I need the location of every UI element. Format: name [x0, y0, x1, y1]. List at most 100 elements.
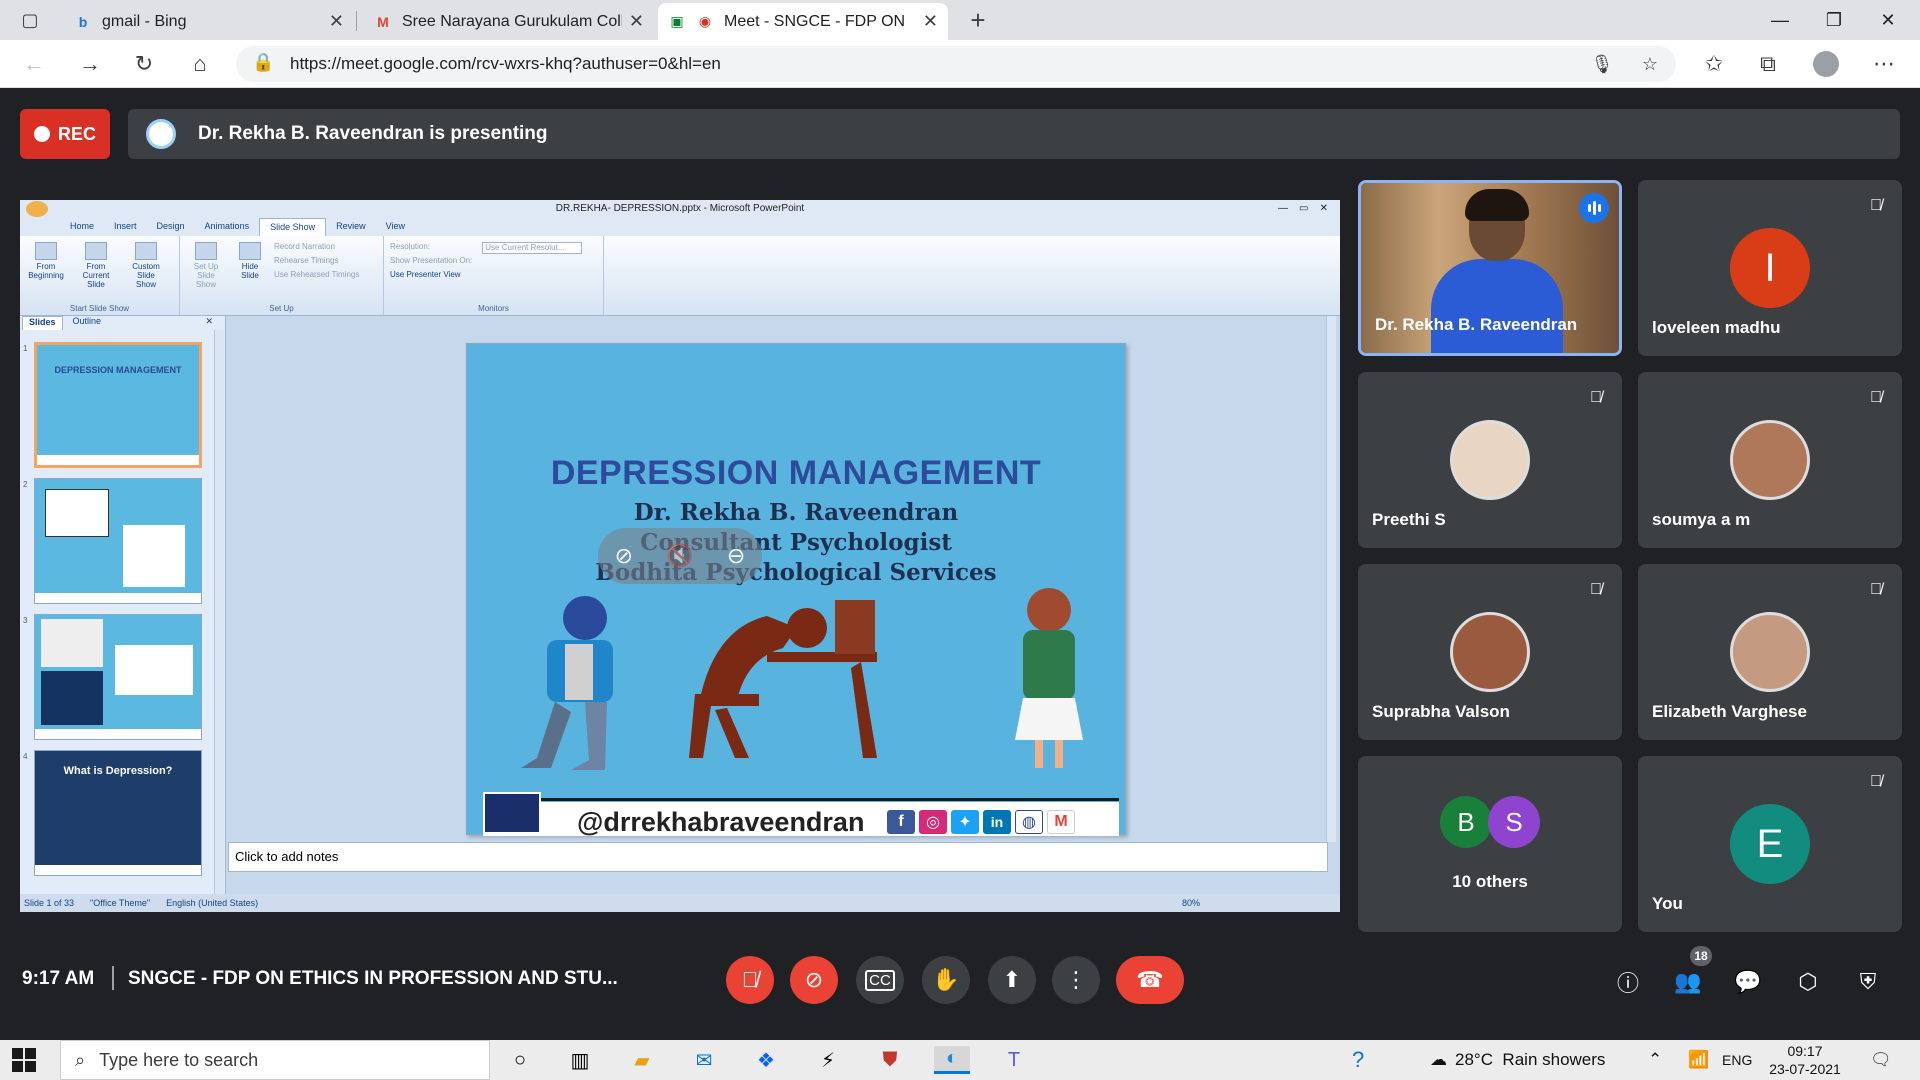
back-icon[interactable]: ← — [18, 48, 50, 80]
lock-icon[interactable]: 🔒 — [252, 52, 274, 73]
meeting-info-icon[interactable]: ⓘ — [1612, 966, 1644, 998]
raise-hand-button[interactable]: ✋ — [922, 956, 970, 1004]
mic-off-icon: 🎙̸ — [1870, 197, 1882, 214]
host-controls-icon[interactable]: ⛨ — [1852, 966, 1884, 998]
slide-scrollbar[interactable] — [1326, 316, 1336, 842]
window-close-icon[interactable]: ✕ — [1860, 0, 1916, 40]
help-icon[interactable]: ? — [1352, 1040, 1364, 1080]
outline-tab[interactable]: Outline — [67, 316, 108, 330]
ribbon-tab-review[interactable]: Review — [326, 218, 376, 236]
participant-tile[interactable]: 🎙̸ Preethi S — [1358, 372, 1622, 548]
video-hair — [1465, 189, 1529, 221]
mail-icon[interactable]: ✉ — [686, 1046, 722, 1074]
taskbar-clock[interactable]: 09:17 23-07-2021 — [1760, 1042, 1850, 1078]
participant-name: Dr. Rekha B. Raveendran — [1375, 315, 1578, 334]
mic-toggle-button[interactable]: 🎙̸ — [726, 956, 774, 1004]
slide-thumbnail[interactable]: 1 DEPRESSION MANAGEMENT — [23, 342, 202, 468]
add-favorite-icon[interactable]: ☆ — [1634, 48, 1666, 80]
people-icon[interactable]: 👥 — [1672, 966, 1704, 998]
recording-button[interactable]: REC — [20, 109, 110, 159]
use-rehearsed-checkbox[interactable]: Use Rehearsed Timings — [274, 270, 359, 279]
edge-icon[interactable]: ◐ — [934, 1046, 970, 1074]
close-pane-icon[interactable]: ✕ — [199, 316, 219, 330]
mute-presenter-icon[interactable]: 🔇 — [666, 543, 693, 569]
slide-thumbnail[interactable]: 2 — [23, 478, 202, 604]
ribbon-tab-animations[interactable]: Animations — [195, 218, 260, 236]
profile-icon[interactable] — [1810, 48, 1842, 80]
ppt-window-controls-icon[interactable]: — ▭ ✕ — [1278, 200, 1328, 218]
bodhita-logo — [483, 792, 541, 834]
tab-bing[interactable]: b gmail - Bing ✕ — [64, 3, 354, 40]
tab-meet[interactable]: ▣ ◉ Meet - SNGCE - FDP ON ETHICS ✕ — [658, 3, 948, 40]
camera-off-icon: ⊘ — [804, 967, 824, 992]
file-explorer-icon[interactable]: ▰ — [624, 1046, 660, 1074]
participant-tile[interactable]: 🎙̸ Suprabha Valson — [1358, 564, 1622, 740]
cortana-icon[interactable]: ○ — [502, 1046, 538, 1074]
others-tile[interactable]: B S 10 others — [1358, 756, 1622, 932]
security-icon[interactable]: ⛊ — [872, 1046, 908, 1074]
teams-icon[interactable]: T — [996, 1046, 1032, 1074]
camera-toggle-button[interactable]: ⊘ — [790, 956, 838, 1004]
windows-start-icon[interactable] — [12, 1048, 36, 1072]
unpin-icon[interactable]: ⊘ — [615, 543, 633, 569]
language-indicator[interactable]: ENG — [1722, 1040, 1752, 1080]
presenter-view-checkbox[interactable]: Use Presenter View — [390, 270, 472, 279]
office-button-icon[interactable] — [26, 201, 48, 217]
forward-icon[interactable]: → — [74, 48, 106, 80]
remove-icon[interactable]: ⊖ — [727, 543, 745, 569]
captions-button[interactable]: CC — [856, 956, 904, 1004]
restore-icon[interactable]: ❐ — [1806, 0, 1862, 40]
slide-thumbnail[interactable]: 4 What is Depression? — [23, 750, 202, 876]
show-hidden-icon[interactable]: ⌃ — [1648, 1040, 1662, 1080]
rehearse-timings-button[interactable]: Rehearse Timings — [274, 256, 359, 265]
notifications-icon[interactable]: 🗨 — [1870, 1040, 1892, 1080]
new-tab-icon[interactable]: + — [962, 4, 994, 36]
ribbon-tab-view[interactable]: View — [376, 218, 415, 236]
more-options-button[interactable]: ⋮ — [1052, 956, 1100, 1004]
avatar-initial: B — [1457, 806, 1475, 837]
minimize-icon[interactable]: — — [1752, 0, 1808, 40]
present-button[interactable]: ⬆ — [988, 956, 1036, 1004]
close-icon[interactable]: ✕ — [923, 11, 938, 32]
leave-call-button[interactable]: ☎ — [1116, 956, 1184, 1004]
taskbar-search-box[interactable]: ⌕ Type here to search — [60, 1040, 490, 1080]
pane-scrollbar[interactable] — [214, 330, 224, 894]
activities-icon[interactable]: ⬡ — [1792, 966, 1824, 998]
slide-thumbnail[interactable]: 3 — [23, 614, 202, 740]
tab-college[interactable]: M Sree Narayana Gurukulam College ✕ — [364, 3, 654, 40]
tab-actions-icon[interactable]: ▢ — [14, 4, 46, 36]
slides-tab[interactable]: Slides — [22, 316, 63, 330]
microphone-icon[interactable]: 🎙 — [1586, 48, 1618, 80]
home-icon[interactable]: ⌂ — [184, 48, 216, 80]
ribbon-tab-insert[interactable]: Insert — [104, 218, 147, 236]
thumb-title: DEPRESSION MANAGEMENT — [54, 365, 182, 375]
participant-tile[interactable]: 🎙̸ soumya a m — [1638, 372, 1902, 548]
winamp-icon[interactable]: ⚡ — [810, 1046, 846, 1074]
dropbox-icon[interactable]: ❖ — [748, 1046, 784, 1074]
slide-icon — [85, 242, 107, 260]
task-view-icon[interactable]: ▥ — [562, 1046, 598, 1074]
network-icon[interactable]: 📶 — [1688, 1040, 1709, 1080]
participant-tile[interactable]: 🎙̸ Elizabeth Varghese — [1638, 564, 1902, 740]
close-icon[interactable]: ✕ — [629, 11, 644, 32]
url-box[interactable]: 🔒 https://meet.google.com/rcv-wxrs-khq?a… — [236, 46, 1676, 82]
refresh-icon[interactable]: ↻ — [128, 48, 160, 80]
chat-icon[interactable]: 💬 — [1732, 966, 1764, 998]
zoom-level[interactable]: 80% — [1182, 898, 1200, 908]
self-tile[interactable]: 🎙̸ E You — [1638, 756, 1902, 932]
notes-field[interactable]: Click to add notes — [228, 842, 1328, 872]
resolution-dropdown[interactable]: Use Current Resolut... — [482, 242, 583, 254]
more-icon[interactable]: ⋯ — [1868, 48, 1900, 80]
bing-icon: b — [78, 13, 88, 30]
participant-tile[interactable]: 🎙̸ I loveleen madhu — [1638, 180, 1902, 356]
close-icon[interactable]: ✕ — [329, 11, 344, 32]
collections-icon[interactable]: ⧉ — [1752, 48, 1784, 80]
ribbon-tab-home[interactable]: Home — [60, 218, 104, 236]
participant-tile[interactable]: Dr. Rekha B. Raveendran — [1358, 180, 1622, 356]
ribbon-tab-design[interactable]: Design — [147, 218, 195, 236]
favorites-icon[interactable]: ✩ — [1698, 48, 1730, 80]
record-narration-button[interactable]: Record Narration — [274, 242, 359, 251]
weather-widget[interactable]: ☁ 28°C Rain showers — [1430, 1040, 1605, 1080]
divider — [112, 966, 114, 990]
ribbon-tab-slide-show[interactable]: Slide Show — [259, 218, 327, 236]
